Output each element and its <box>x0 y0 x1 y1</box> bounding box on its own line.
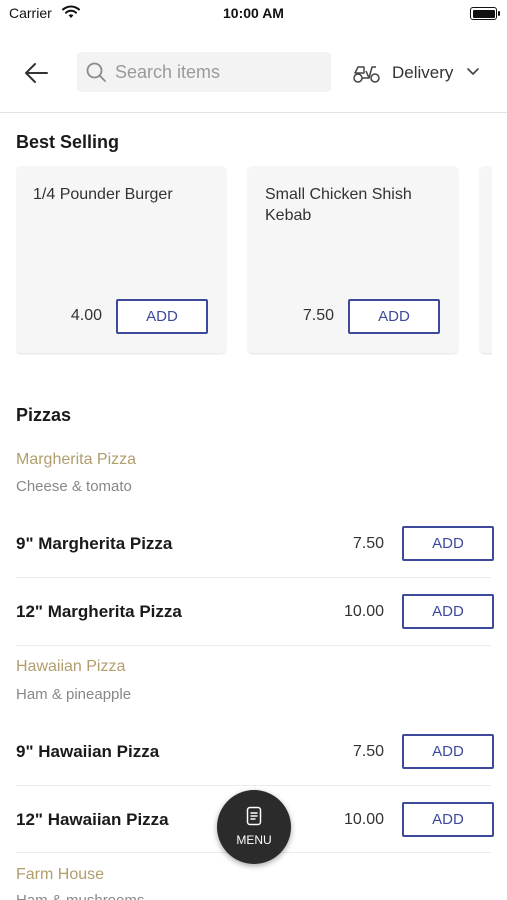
add-button[interactable]: ADD <box>116 299 208 334</box>
status-bar: Carrier 10:00 AM <box>0 0 507 28</box>
delivery-label: Delivery <box>392 63 454 82</box>
group-description: Cheese & tomato <box>16 478 132 495</box>
product-card[interactable]: 1/4 Pounder Burger 4.00 ADD <box>16 166 226 353</box>
menu-item-row[interactable]: 9" Margherita Pizza 7.50 ADD <box>16 510 494 578</box>
product-card-peek[interactable] <box>480 166 492 353</box>
menu-icon <box>246 806 262 826</box>
product-card-price: 4.00 <box>70 307 102 324</box>
menu-item-price: 10.00 <box>343 603 384 620</box>
menu-fab-button[interactable]: MENU <box>217 790 291 864</box>
group-name: Margherita Pizza <box>16 451 137 468</box>
add-button[interactable]: ADD <box>402 802 494 837</box>
menu-item-price: 10.00 <box>343 811 384 828</box>
menu-item-name: 12" Hawaiian Pizza <box>16 810 169 829</box>
product-card-name: Small Chicken Shish Kebab <box>265 186 412 224</box>
search-icon <box>86 62 106 82</box>
chevron-down-icon <box>467 68 479 75</box>
pizzas-title: Pizzas <box>16 405 72 425</box>
group-description: Ham & pineapple <box>16 686 132 703</box>
add-button[interactable]: ADD <box>402 594 494 629</box>
group-description: Ham & mushrooms <box>16 892 144 900</box>
search-box[interactable] <box>77 52 331 92</box>
best-selling-title: Best Selling <box>16 132 120 152</box>
add-button[interactable]: ADD <box>402 526 494 561</box>
search-input[interactable] <box>115 58 320 86</box>
menu-fab-label: MENU <box>236 833 272 847</box>
back-arrow-icon <box>25 63 48 83</box>
menu-item-name: 9" Margherita Pizza <box>16 534 173 553</box>
menu-item-row[interactable]: 9" Hawaiian Pizza 7.50 ADD <box>16 718 494 786</box>
menu-item-name: 12" Margherita Pizza <box>16 602 182 621</box>
menu-item-row[interactable]: 12" Margherita Pizza 10.00 ADD <box>16 578 494 646</box>
menu-item-price: 7.50 <box>352 535 384 552</box>
clock: 10:00 AM <box>223 5 284 21</box>
header-divider <box>0 112 507 113</box>
delivery-selector[interactable]: Delivery <box>350 54 490 92</box>
product-card-name: 1/4 Pounder Burger <box>33 186 173 203</box>
best-selling-carousel[interactable]: 1/4 Pounder Burger 4.00 ADD Small Chicke… <box>16 166 492 356</box>
add-button[interactable]: ADD <box>348 299 440 334</box>
product-card[interactable]: Small Chicken Shish Kebab 7.50 ADD <box>248 166 458 353</box>
back-button[interactable] <box>20 56 54 90</box>
group-name: Hawaiian Pizza <box>16 658 126 675</box>
battery-icon <box>470 7 500 20</box>
header: Delivery <box>0 40 507 112</box>
menu-item-price: 7.50 <box>352 743 384 760</box>
menu-item-name: 9" Hawaiian Pizza <box>16 742 160 761</box>
product-card-price: 7.50 <box>302 307 334 324</box>
group-name: Farm House <box>16 866 105 883</box>
row-divider <box>16 645 491 646</box>
scooter-icon <box>353 66 380 83</box>
add-button[interactable]: ADD <box>402 734 494 769</box>
